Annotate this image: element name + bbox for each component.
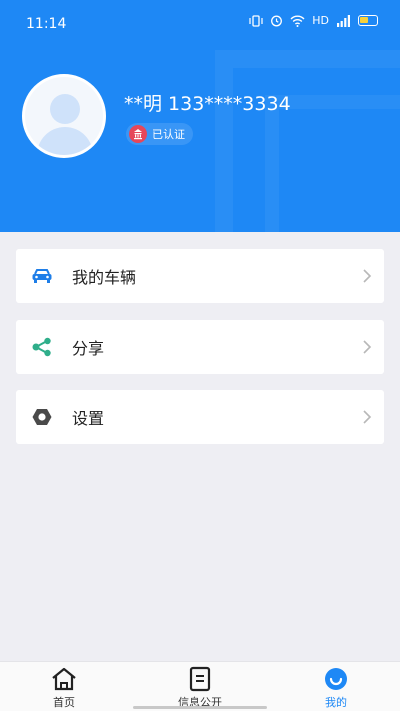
bottom-tab-bar: 首页 信息公开 我的 [0,661,400,711]
menu-item-label: 设置 [72,409,105,428]
profile-header: 11:14 HD **明 133****3334 已认证 [0,0,400,232]
share-icon [30,335,54,359]
wifi-icon [290,15,305,27]
tab-label: 首页 [53,696,75,709]
tab-home[interactable]: 首页 [19,666,109,710]
verified-label: 已认证 [152,128,185,141]
tab-info-disclosure[interactable]: 信息公开 [155,666,245,710]
verified-icon [129,125,147,143]
verified-badge: 已认证 [126,123,193,145]
tab-label: 我的 [325,696,347,709]
chevron-right-icon [363,340,372,354]
menu-item-share[interactable]: 分享 [16,320,384,374]
settings-icon [30,405,54,429]
vibrate-icon [249,14,263,27]
menu-item-settings[interactable]: 设置 [16,390,384,444]
status-time: 11:14 [26,16,67,32]
car-icon [30,264,54,288]
profile-icon [322,666,350,692]
tab-mine[interactable]: 我的 [291,666,381,710]
avatar-head [50,94,80,124]
chevron-right-icon [363,269,372,283]
menu-item-label: 我的车辆 [72,268,137,287]
avatar-body [37,127,93,155]
status-icons: HD [249,14,378,27]
status-bar: 11:14 HD [0,0,400,48]
home-indicator [133,706,267,709]
menu-item-my-vehicles[interactable]: 我的车辆 [16,249,384,303]
signal-icon [337,14,350,27]
chevron-right-icon [363,410,372,424]
alarm-icon [271,15,283,27]
menu-item-label: 分享 [72,339,105,358]
home-icon [50,666,78,692]
avatar[interactable] [22,74,106,158]
network-label: HD [312,14,329,27]
battery-icon [358,15,378,26]
username: **明 133****3334 [124,93,291,115]
document-icon [186,666,214,692]
